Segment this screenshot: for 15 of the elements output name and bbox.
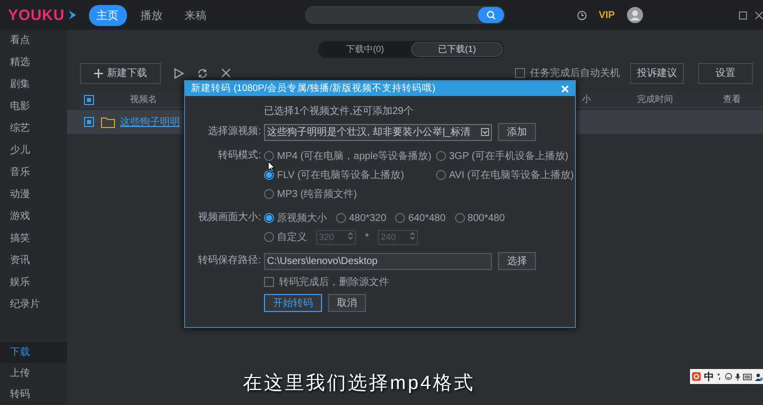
checkbox-label: 转码完成后，删除源文件 <box>279 276 389 289</box>
subtitle-text: 在这里我们选择mp4格式 <box>243 372 475 396</box>
field-label: 转码保存路径: <box>197 254 262 268</box>
column-header: 查看 <box>723 93 741 106</box>
column-header: 完成时间 <box>637 93 674 106</box>
column-header: 视频名 <box>130 93 158 106</box>
column-header: 小 <box>582 93 592 106</box>
dialog-title: 新建转码 (1080P/会员专属/独播/新版视频不支持转码哦) <box>191 82 436 95</box>
field-label: 转码模式: <box>217 148 262 163</box>
field-label: 视频画面大小: <box>197 210 262 225</box>
info-text: 已选择1个视频文件,还可添加29个 <box>264 104 414 118</box>
separator-text: * <box>365 232 369 242</box>
checkbox-label: 任务完成后自动关机 <box>530 66 620 80</box>
field-label: 选择源视频: <box>207 124 262 139</box>
logo-text: YOUKU <box>8 6 65 24</box>
